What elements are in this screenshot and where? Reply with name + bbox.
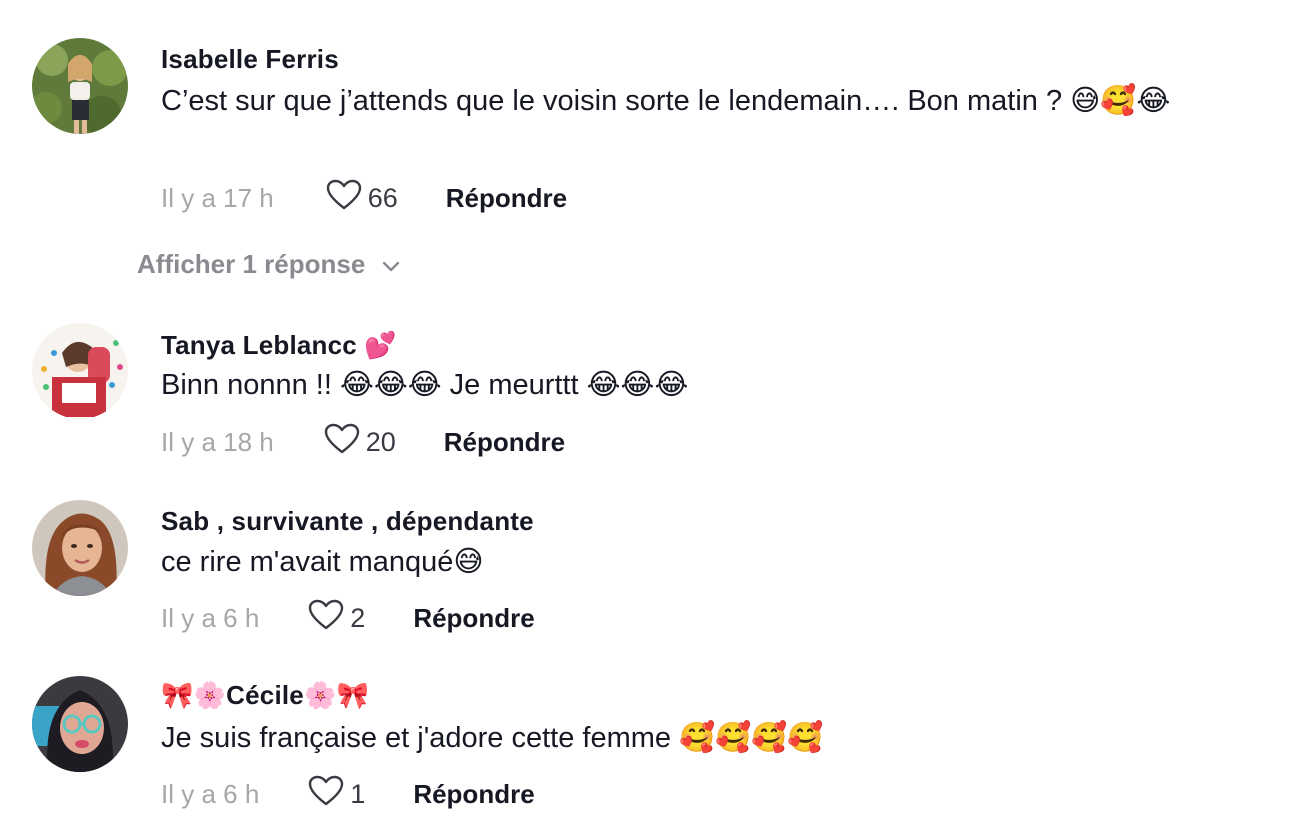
heart-outline-icon <box>326 179 362 218</box>
comment-username[interactable]: 🎀🌸Cécile🌸🎀 <box>161 680 369 711</box>
comment-text: ce rire m'avait manqué😅 <box>161 546 484 578</box>
like-count: 66 <box>367 182 398 213</box>
comment-text: Je suis française et j'adore cette femme… <box>161 722 824 754</box>
comment-timestamp: Il y a 17 h <box>161 182 274 213</box>
heart-outline-icon <box>308 775 344 814</box>
like-button[interactable]: 66 <box>326 179 398 218</box>
heart-outline-icon <box>308 599 344 638</box>
avatar[interactable] <box>32 323 128 419</box>
reply-button[interactable]: Répondre <box>413 779 534 810</box>
like-count: 20 <box>365 426 396 457</box>
chevron-down-icon <box>381 249 401 280</box>
comment-username[interactable]: Sab , survivante , dépendante <box>161 506 534 537</box>
comment-timestamp: Il y a 6 h <box>161 778 260 809</box>
comment-username[interactable]: Tanya Leblancc 💕 <box>161 330 397 361</box>
comment-timestamp: Il y a 6 h <box>161 602 260 633</box>
avatar[interactable] <box>32 676 128 772</box>
comment-meta: Il y a 17 h 66 Répondre <box>161 178 567 218</box>
comment-text: C’est sur que j’attends que le voisin so… <box>161 85 1171 117</box>
comment-text: Binn nonnn !! 😂😂😂 Je meurttt 😂😂😂 <box>161 369 689 401</box>
reply-button[interactable]: Répondre <box>444 427 565 458</box>
comment-username[interactable]: Isabelle Ferris <box>161 44 339 75</box>
like-count: 2 <box>350 602 366 633</box>
view-replies-button[interactable]: Afficher 1 réponse <box>137 249 401 280</box>
avatar[interactable] <box>32 500 128 596</box>
like-button[interactable]: 1 <box>308 775 365 814</box>
like-count: 1 <box>350 778 366 809</box>
comment-meta: Il y a 6 h 1 Répondre <box>161 774 535 814</box>
comment-meta: Il y a 6 h 2 Répondre <box>161 598 535 638</box>
comment-meta: Il y a 18 h 20 Répondre <box>161 422 565 462</box>
like-button[interactable]: 20 <box>324 423 396 462</box>
comment-timestamp: Il y a 18 h <box>161 426 274 457</box>
reply-button[interactable]: Répondre <box>446 183 567 214</box>
avatar[interactable] <box>32 38 128 134</box>
view-replies-label: Afficher 1 réponse <box>137 249 366 279</box>
like-button[interactable]: 2 <box>308 599 365 638</box>
heart-outline-icon <box>324 423 360 462</box>
reply-button[interactable]: Répondre <box>413 603 534 634</box>
